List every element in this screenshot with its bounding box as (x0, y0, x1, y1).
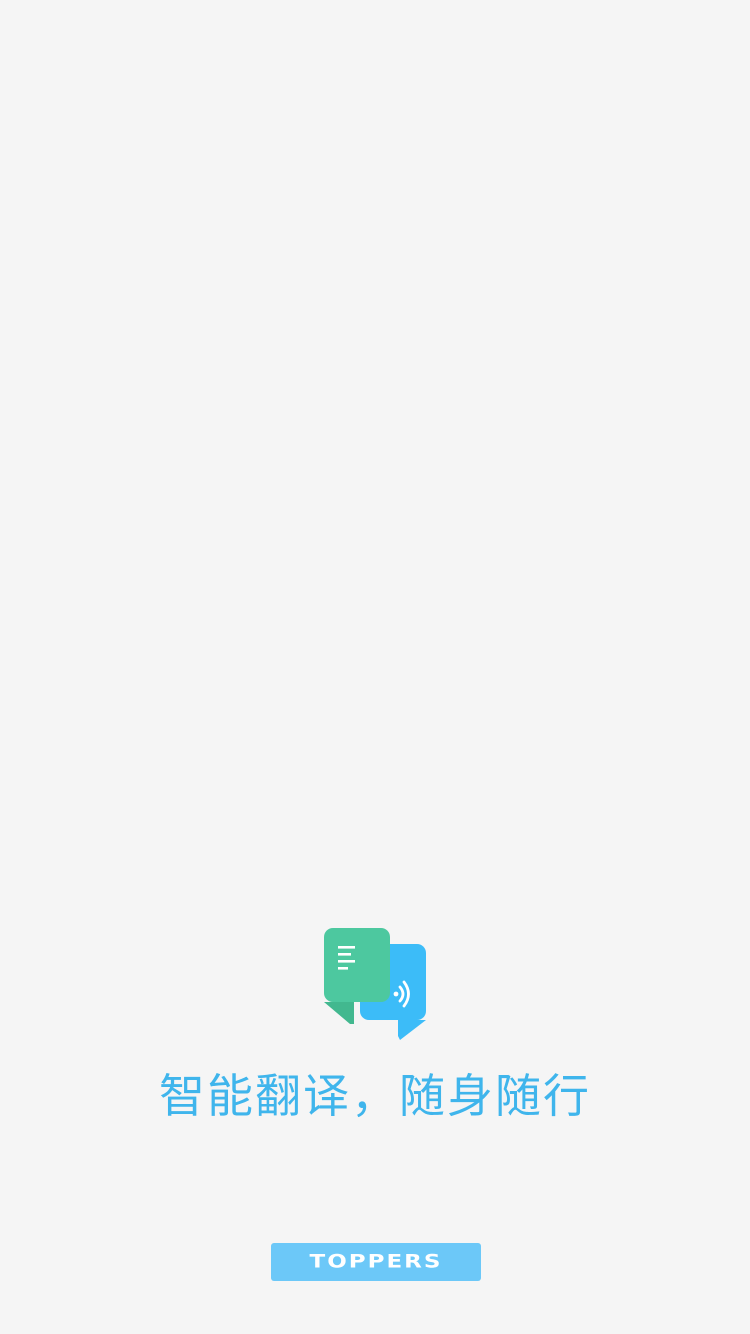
splash-screen: 智能翻译，随身随行 TOPPERS (0, 0, 750, 1334)
translate-chat-bubbles-icon (322, 926, 428, 1042)
slogan-text: 智能翻译，随身随行 (159, 1069, 591, 1123)
brand-logo-text: TOPPERS (309, 1251, 443, 1273)
brand-badge: TOPPERS (271, 1243, 481, 1281)
